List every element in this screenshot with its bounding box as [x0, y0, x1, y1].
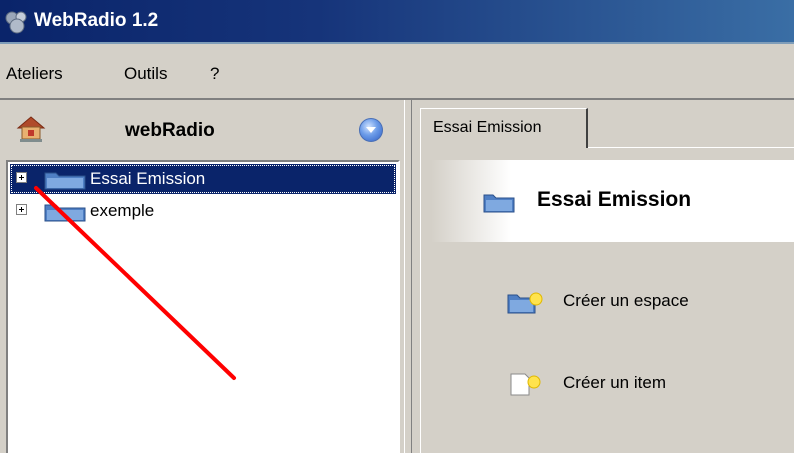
tree-item-essai-emission[interactable]: Essai Emission [10, 164, 396, 194]
window-title: WebRadio 1.2 [34, 10, 159, 31]
folder-icon [44, 172, 86, 190]
tab-content: Essai Emission Créer un espace Créer un … [420, 148, 794, 453]
tree-item-exemple[interactable]: exemple [10, 196, 396, 226]
create-space-button[interactable]: Créer un espace [507, 285, 767, 321]
navigation-panel: webRadio Essai Emission exemple [0, 100, 404, 453]
tree-item-label: Essai Emission [90, 169, 206, 188]
expand-icon[interactable] [16, 204, 27, 215]
content-header: Essai Emission [431, 160, 794, 242]
create-space-label: Créer un espace [563, 291, 689, 310]
new-folder-icon [507, 292, 543, 314]
create-item-button[interactable]: Créer un item [507, 367, 767, 403]
tree-view[interactable]: Essai Emission exemple [6, 160, 400, 453]
content-title: Essai Emission [537, 188, 692, 211]
content-panel: Essai Emission Essai Emission Créer un e… [412, 100, 794, 453]
panel-header: webRadio [0, 100, 404, 158]
create-item-label: Créer un item [563, 373, 666, 392]
menu-bar: Ateliers Outils ? [0, 44, 794, 100]
folder-icon [483, 194, 515, 213]
menu-ateliers[interactable]: Ateliers [6, 64, 63, 84]
app-icon [5, 11, 27, 34]
tab-essai-emission[interactable]: Essai Emission [420, 108, 588, 148]
radio-house-icon [16, 116, 46, 142]
folder-icon [44, 204, 86, 222]
title-bar: WebRadio 1.2 [0, 0, 794, 44]
menu-help[interactable]: ? [210, 64, 219, 84]
collapse-button[interactable] [359, 118, 383, 142]
new-item-icon [510, 373, 541, 396]
expand-icon[interactable] [16, 172, 27, 183]
tree-item-label: exemple [90, 201, 155, 220]
panel-splitter[interactable] [404, 100, 412, 453]
tab-label: Essai Emission [433, 119, 542, 136]
panel-title: webRadio [125, 120, 215, 141]
menu-outils[interactable]: Outils [124, 64, 167, 84]
